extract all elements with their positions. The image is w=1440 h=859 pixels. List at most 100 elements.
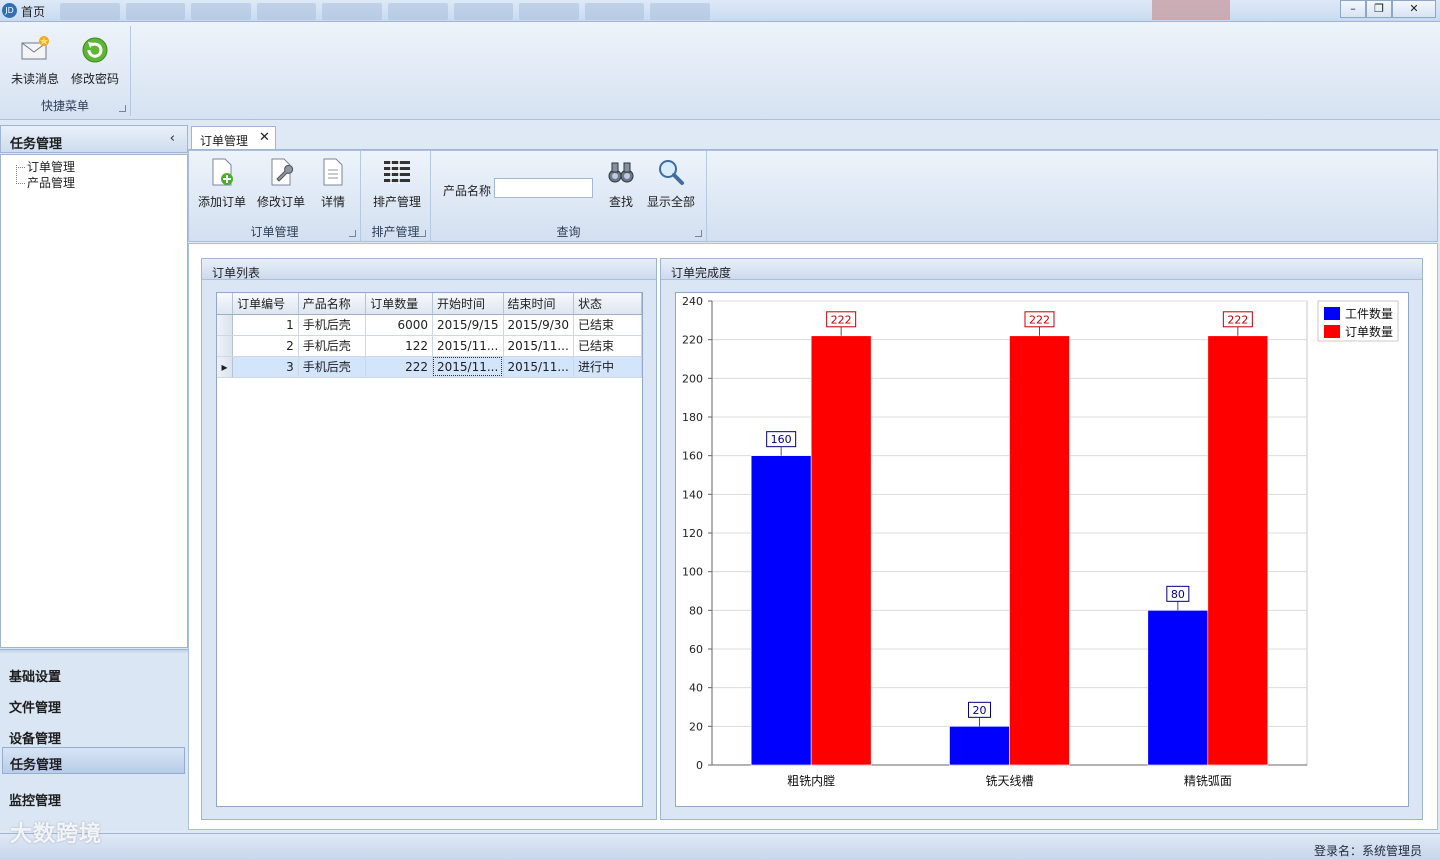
nav-header-title: 任务管理	[10, 137, 63, 152]
nav-group-file-management[interactable]: 文件管理	[2, 691, 185, 718]
query-group-label: 查询	[556, 225, 581, 239]
x-tick-label: 粗铣内膛	[787, 774, 835, 788]
window-title: 首页	[21, 5, 46, 19]
row-indicator[interactable]	[217, 335, 234, 357]
bar	[1147, 610, 1209, 766]
legend-swatch	[1324, 307, 1340, 320]
query-group: 产品名称 查找 显示全部 查询	[431, 151, 707, 241]
column-header-end[interactable]: 结束时间	[503, 293, 575, 315]
blurred-menu	[60, 3, 710, 20]
column-header-quantity[interactable]: 订单数量	[365, 293, 433, 315]
dialog-launcher-icon[interactable]	[695, 230, 702, 237]
legend-label: 订单数量	[1345, 324, 1393, 339]
nav-group-basic-settings[interactable]: 基础设置	[2, 660, 185, 687]
content-area: 订单列表 订单编号 产品名称 订单数量 开始时间 结束时间 状态 1 手机后壳 …	[188, 243, 1438, 830]
row-indicator[interactable]	[217, 314, 234, 336]
login-status: 登录名：系统管理员	[1313, 844, 1422, 858]
add-order-button[interactable]: 添加订单	[196, 153, 248, 210]
dialog-launcher-icon[interactable]	[349, 230, 356, 237]
table-row[interactable]: 2 手机后壳 122 2015/11... 2015/11... 已结束	[217, 335, 642, 357]
show-all-button[interactable]: 显示全部	[643, 153, 699, 210]
tree-item-product-management[interactable]: 产品管理	[27, 174, 75, 191]
detail-button[interactable]: 详情	[315, 153, 351, 210]
watermark-logo: 大数跨境	[10, 822, 103, 847]
bar	[949, 726, 1010, 766]
nav-splitter[interactable]	[0, 649, 188, 655]
row-indicator-header	[217, 293, 234, 315]
quick-menu-label: 快捷菜单	[40, 99, 89, 113]
app-icon: JD	[2, 3, 17, 18]
document-icon	[318, 157, 348, 187]
column-header-order-id[interactable]: 订单编号	[232, 293, 299, 315]
tab-close-icon[interactable]: ✕	[259, 130, 270, 145]
blurred-badge	[1152, 0, 1230, 20]
status-bar: 登录名：系统管理员	[0, 833, 1440, 859]
product-name-input[interactable]	[494, 178, 593, 198]
dialog-launcher-icon[interactable]	[119, 105, 126, 112]
y-tick-label: 140	[682, 488, 703, 501]
order-list-panel: 订单列表 订单编号 产品名称 订单数量 开始时间 结束时间 状态 1 手机后壳 …	[201, 258, 657, 820]
row-indicator-arrow-icon[interactable]: ▸	[217, 356, 234, 378]
data-label: 160	[771, 433, 792, 446]
left-navigation: 任务管理 ‹ 订单管理 产品管理 基础设置 文件管理 设备管理 任务管理 监控管…	[0, 125, 188, 831]
column-header-status[interactable]: 状态	[573, 293, 642, 315]
dialog-launcher-icon[interactable]	[419, 230, 426, 237]
y-tick-label: 240	[682, 295, 703, 308]
y-tick-label: 120	[682, 527, 703, 540]
tab-order-management[interactable]: 订单管理 ✕	[191, 126, 276, 150]
grid-header-row: 订单编号 产品名称 订单数量 开始时间 结束时间 状态	[217, 293, 642, 315]
table-row[interactable]: 1 手机后壳 6000 2015/9/15 2015/9/30 已结束	[217, 314, 642, 336]
close-icon[interactable]: ✕	[1392, 0, 1436, 18]
nav-group-task-management[interactable]: 任务管理	[2, 747, 185, 774]
y-tick-label: 60	[689, 643, 703, 656]
completion-title: 订单完成度	[671, 266, 732, 280]
nav-tree: 订单管理 产品管理	[0, 154, 188, 648]
x-tick-label: 铣天线槽	[985, 774, 1033, 788]
y-tick-label: 100	[682, 566, 703, 579]
data-label: 80	[1171, 588, 1185, 601]
schedule-management-button[interactable]: 排产管理	[367, 153, 427, 210]
y-tick-label: 20	[689, 720, 703, 733]
legend-label: 工件数量	[1345, 306, 1393, 321]
y-tick-label: 40	[689, 682, 703, 695]
binoculars-icon	[606, 157, 636, 187]
data-label: 222	[1227, 313, 1248, 326]
minimize-icon[interactable]: –	[1340, 0, 1366, 18]
schedule-group: 排产管理 排产管理	[361, 151, 431, 241]
product-name-label: 产品名称	[443, 184, 492, 198]
bar	[750, 455, 812, 766]
order-group-label: 订单管理	[250, 225, 299, 239]
change-password-button[interactable]: 修改密码	[65, 30, 125, 90]
column-header-product[interactable]: 产品名称	[298, 293, 367, 315]
find-button[interactable]: 查找	[603, 153, 639, 210]
nav-group-monitoring-management[interactable]: 监控管理	[2, 784, 185, 811]
title-bar: JD 首页 – ❐ ✕	[0, 0, 1440, 22]
collapse-icon[interactable]: ‹	[170, 131, 175, 146]
bar	[810, 335, 872, 766]
wrench-document-icon	[266, 157, 296, 187]
mail-icon	[19, 34, 51, 66]
window-controls: – ❐ ✕	[1340, 0, 1436, 18]
y-tick-label: 80	[689, 604, 703, 617]
bar	[1207, 335, 1269, 766]
restore-icon[interactable]: ❐	[1366, 0, 1392, 18]
unread-messages-button[interactable]: 未读消息	[5, 30, 65, 90]
tree-item-order-management[interactable]: 订单管理	[27, 158, 75, 175]
list-icon	[382, 157, 412, 187]
nav-group-device-management[interactable]: 设备管理	[2, 722, 185, 749]
legend-swatch	[1324, 325, 1340, 338]
y-tick-label: 160	[682, 450, 703, 463]
edit-order-button[interactable]: 修改订单	[255, 153, 307, 210]
order-toolbar: 添加订单 修改订单 详情 订单管理 排产管理 排产管理 产品名称 查找 显示全部…	[188, 150, 1438, 242]
order-grid: 订单编号 产品名称 订单数量 开始时间 结束时间 状态 1 手机后壳 6000	[216, 292, 643, 807]
table-row-selected[interactable]: ▸ 3 手机后壳 222 2015/11... 2015/11... 进行中	[217, 356, 642, 378]
y-tick-label: 0	[696, 759, 703, 772]
main-ribbon: 未读消息 修改密码 快捷菜单	[0, 22, 1440, 120]
refresh-icon	[79, 34, 111, 66]
bar	[1009, 335, 1070, 766]
column-header-start[interactable]: 开始时间	[432, 293, 504, 315]
data-label: 222	[831, 313, 852, 326]
y-tick-label: 200	[682, 372, 703, 385]
bar-chart-svg: 0 20 40 60 80 100 120 140 160 180 200 220 240 粗铣内膛 160…	[682, 295, 1399, 788]
y-tick-label: 180	[682, 411, 703, 424]
